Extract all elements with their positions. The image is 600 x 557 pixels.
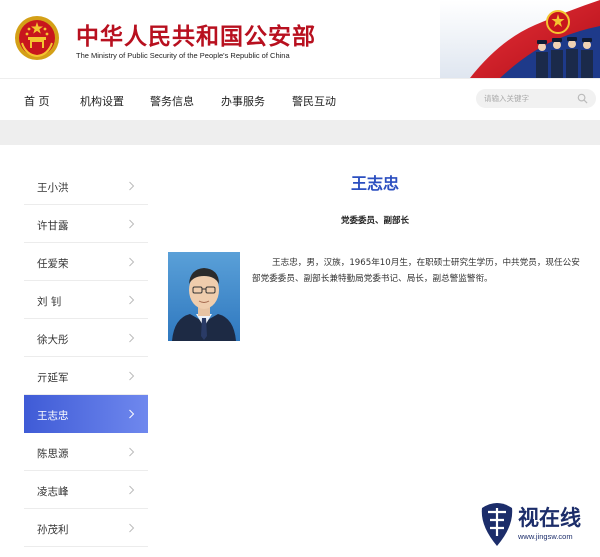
sidebar-item[interactable]: 凌志峰 <box>24 471 148 509</box>
chevron-right-icon <box>129 523 135 533</box>
profile-title: 党委委员、副部长 <box>340 216 409 226</box>
sidebar-item-label: 刘 钊 <box>37 296 62 308</box>
sidebar-item[interactable]: 徐大彤 <box>24 319 148 357</box>
sidebar-item-label: 孙茂利 <box>37 524 69 536</box>
sidebar-item[interactable]: 孙茂利 <box>24 509 148 547</box>
chevron-right-icon <box>129 257 135 267</box>
chevron-right-icon <box>129 181 135 191</box>
search-input[interactable] <box>484 92 574 105</box>
watermark-logo: 视在线 www.jingsw.com <box>478 492 598 554</box>
search-icon[interactable] <box>577 93 588 104</box>
chevron-right-icon <box>129 295 135 305</box>
chevron-right-icon <box>129 219 135 229</box>
site-title: 中华人民共和国公安部 <box>76 23 316 50</box>
leader-sidebar: 王小洪 许甘露 任爱荣 刘 钊 徐大彤 亓延军 王志忠 陈思源 凌志峰 孙茂利 <box>24 167 148 547</box>
nav-services[interactable]: 办事服务 <box>221 93 265 109</box>
sidebar-item-label: 任爱荣 <box>37 258 69 270</box>
sidebar-item-label: 亓延军 <box>37 372 69 384</box>
breadcrumb-band <box>0 120 600 145</box>
site-subtitle: The Ministry of Public Security of the P… <box>76 51 290 60</box>
nav-interaction[interactable]: 警民互动 <box>292 93 336 109</box>
chevron-right-icon <box>129 447 135 457</box>
profile-photo <box>168 252 240 341</box>
chevron-right-icon <box>129 409 135 419</box>
police-banner-image <box>440 0 600 78</box>
sidebar-item-label: 王小洪 <box>37 182 69 194</box>
sidebar-item-active[interactable]: 王志忠 <box>24 395 148 433</box>
profile-bio: 王志忠，男，汉族，1965年10月生，在职硕士研究生学历，中共党员，现任公安部党… <box>252 258 580 284</box>
sidebar-item-label: 陈思源 <box>37 448 69 460</box>
sidebar-item[interactable]: 许甘露 <box>24 205 148 243</box>
watermark-url: www.jingsw.com <box>518 532 573 541</box>
chevron-right-icon <box>129 333 135 343</box>
nav-organization[interactable]: 机构设置 <box>80 93 124 109</box>
profile-name: 王志忠 <box>350 174 399 193</box>
sidebar-item[interactable]: 陈思源 <box>24 433 148 471</box>
watermark-police-icon <box>481 503 513 546</box>
chevron-right-icon <box>129 371 135 381</box>
watermark-text: 视在线 <box>518 505 581 530</box>
nav-police-info[interactable]: 警务信息 <box>150 93 194 109</box>
site-header: 中华人民共和国公安部 The Ministry of Public Securi… <box>0 0 600 78</box>
sidebar-item[interactable]: 亓延军 <box>24 357 148 395</box>
national-emblem-icon[interactable] <box>14 15 60 61</box>
sidebar-item-label: 凌志峰 <box>37 486 69 498</box>
sidebar-item[interactable]: 任爱荣 <box>24 243 148 281</box>
sidebar-item-label: 徐大彤 <box>37 334 69 346</box>
sidebar-item-label: 王志忠 <box>37 410 69 422</box>
chevron-right-icon <box>129 485 135 495</box>
sidebar-item[interactable]: 王小洪 <box>24 167 148 205</box>
sidebar-item[interactable]: 刘 钊 <box>24 281 148 319</box>
search-box <box>476 89 596 108</box>
nav-home[interactable]: 首 页 <box>24 93 50 109</box>
sidebar-item-label: 许甘露 <box>37 220 69 232</box>
